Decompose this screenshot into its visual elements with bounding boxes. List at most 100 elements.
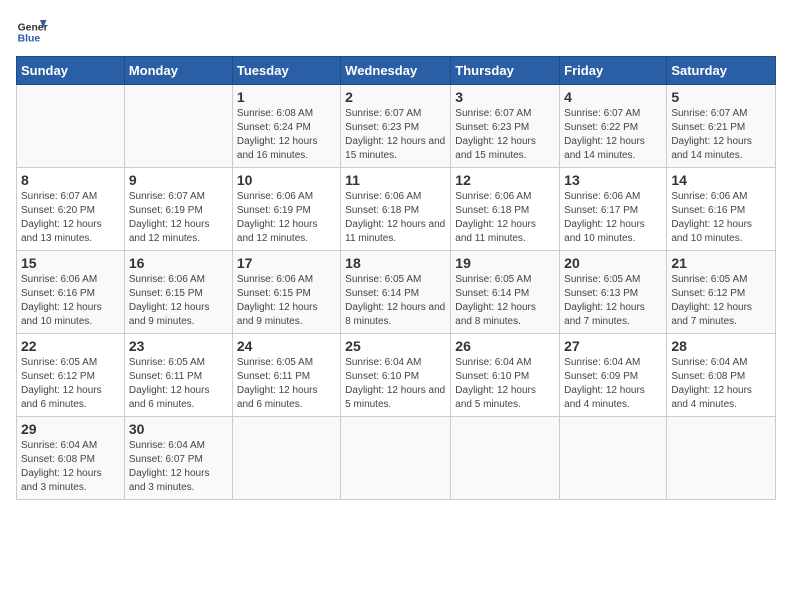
day-cell-8: 8 Sunrise: 6:07 AMSunset: 6:20 PMDayligh… (17, 168, 125, 251)
day-info: Sunrise: 6:06 AMSunset: 6:15 PMDaylight:… (237, 274, 318, 327)
weekday-header-friday: Friday (560, 57, 667, 85)
day-info: Sunrise: 6:04 AMSunset: 6:08 PMDaylight:… (671, 357, 752, 410)
day-number: 20 (564, 255, 662, 271)
day-number: 24 (237, 338, 336, 354)
day-info: Sunrise: 6:06 AMSunset: 6:15 PMDaylight:… (129, 274, 210, 327)
day-cell-21: 21 Sunrise: 6:05 AMSunset: 6:12 PMDaylig… (667, 251, 776, 334)
day-info: Sunrise: 6:06 AMSunset: 6:16 PMDaylight:… (671, 191, 752, 244)
day-cell-28: 28 Sunrise: 6:04 AMSunset: 6:08 PMDaylig… (667, 334, 776, 417)
day-cell-23: 23 Sunrise: 6:05 AMSunset: 6:11 PMDaylig… (124, 334, 232, 417)
day-number: 18 (345, 255, 446, 271)
day-number: 9 (129, 172, 228, 188)
day-info: Sunrise: 6:05 AMSunset: 6:12 PMDaylight:… (21, 357, 102, 410)
day-info: Sunrise: 6:06 AMSunset: 6:19 PMDaylight:… (237, 191, 318, 244)
day-number: 29 (21, 421, 120, 437)
day-number: 2 (345, 89, 446, 105)
calendar-week-1: 1 Sunrise: 6:08 AMSunset: 6:24 PMDayligh… (17, 85, 776, 168)
weekday-header-thursday: Thursday (451, 57, 560, 85)
weekday-header-monday: Monday (124, 57, 232, 85)
day-info: Sunrise: 6:07 AMSunset: 6:20 PMDaylight:… (21, 191, 102, 244)
day-number: 1 (237, 89, 336, 105)
day-cell-4: 4 Sunrise: 6:07 AMSunset: 6:22 PMDayligh… (560, 85, 667, 168)
weekday-header-tuesday: Tuesday (232, 57, 340, 85)
day-info: Sunrise: 6:07 AMSunset: 6:22 PMDaylight:… (564, 108, 645, 161)
day-info: Sunrise: 6:07 AMSunset: 6:21 PMDaylight:… (671, 108, 752, 161)
day-number: 5 (671, 89, 771, 105)
day-number: 4 (564, 89, 662, 105)
day-cell-13: 13 Sunrise: 6:06 AMSunset: 6:17 PMDaylig… (560, 168, 667, 251)
calendar-week-2: 8 Sunrise: 6:07 AMSunset: 6:20 PMDayligh… (17, 168, 776, 251)
day-info: Sunrise: 6:04 AMSunset: 6:07 PMDaylight:… (129, 440, 210, 493)
day-info: Sunrise: 6:04 AMSunset: 6:10 PMDaylight:… (455, 357, 536, 410)
day-info: Sunrise: 6:05 AMSunset: 6:11 PMDaylight:… (237, 357, 318, 410)
calendar-table: SundayMondayTuesdayWednesdayThursdayFrid… (16, 56, 776, 500)
day-cell-9: 9 Sunrise: 6:07 AMSunset: 6:19 PMDayligh… (124, 168, 232, 251)
day-number: 8 (21, 172, 120, 188)
empty-cell (232, 417, 340, 500)
day-cell-19: 19 Sunrise: 6:05 AMSunset: 6:14 PMDaylig… (451, 251, 560, 334)
day-cell-20: 20 Sunrise: 6:05 AMSunset: 6:13 PMDaylig… (560, 251, 667, 334)
empty-cell (667, 417, 776, 500)
day-cell-1: 1 Sunrise: 6:08 AMSunset: 6:24 PMDayligh… (232, 85, 340, 168)
day-number: 17 (237, 255, 336, 271)
weekday-header-saturday: Saturday (667, 57, 776, 85)
day-info: Sunrise: 6:08 AMSunset: 6:24 PMDaylight:… (237, 108, 318, 161)
day-cell-26: 26 Sunrise: 6:04 AMSunset: 6:10 PMDaylig… (451, 334, 560, 417)
day-info: Sunrise: 6:07 AMSunset: 6:23 PMDaylight:… (455, 108, 536, 161)
day-number: 30 (129, 421, 228, 437)
header: General Blue (16, 16, 776, 48)
day-cell-25: 25 Sunrise: 6:04 AMSunset: 6:10 PMDaylig… (341, 334, 451, 417)
day-number: 16 (129, 255, 228, 271)
day-cell-17: 17 Sunrise: 6:06 AMSunset: 6:15 PMDaylig… (232, 251, 340, 334)
day-info: Sunrise: 6:05 AMSunset: 6:12 PMDaylight:… (671, 274, 752, 327)
day-number: 28 (671, 338, 771, 354)
day-cell-30: 30 Sunrise: 6:04 AMSunset: 6:07 PMDaylig… (124, 417, 232, 500)
calendar-week-3: 15 Sunrise: 6:06 AMSunset: 6:16 PMDaylig… (17, 251, 776, 334)
day-info: Sunrise: 6:07 AMSunset: 6:23 PMDaylight:… (345, 108, 445, 161)
day-info: Sunrise: 6:06 AMSunset: 6:17 PMDaylight:… (564, 191, 645, 244)
day-cell-14: 14 Sunrise: 6:06 AMSunset: 6:16 PMDaylig… (667, 168, 776, 251)
day-number: 25 (345, 338, 446, 354)
empty-cell (124, 85, 232, 168)
day-info: Sunrise: 6:07 AMSunset: 6:19 PMDaylight:… (129, 191, 210, 244)
day-cell-15: 15 Sunrise: 6:06 AMSunset: 6:16 PMDaylig… (17, 251, 125, 334)
day-cell-24: 24 Sunrise: 6:05 AMSunset: 6:11 PMDaylig… (232, 334, 340, 417)
weekday-header-wednesday: Wednesday (341, 57, 451, 85)
empty-cell (451, 417, 560, 500)
day-number: 21 (671, 255, 771, 271)
day-cell-16: 16 Sunrise: 6:06 AMSunset: 6:15 PMDaylig… (124, 251, 232, 334)
day-info: Sunrise: 6:04 AMSunset: 6:10 PMDaylight:… (345, 357, 445, 410)
day-info: Sunrise: 6:05 AMSunset: 6:13 PMDaylight:… (564, 274, 645, 327)
day-cell-29: 29 Sunrise: 6:04 AMSunset: 6:08 PMDaylig… (17, 417, 125, 500)
calendar-week-4: 22 Sunrise: 6:05 AMSunset: 6:12 PMDaylig… (17, 334, 776, 417)
day-number: 22 (21, 338, 120, 354)
day-number: 23 (129, 338, 228, 354)
day-number: 11 (345, 172, 446, 188)
day-cell-5: 5 Sunrise: 6:07 AMSunset: 6:21 PMDayligh… (667, 85, 776, 168)
calendar-week-5: 29 Sunrise: 6:04 AMSunset: 6:08 PMDaylig… (17, 417, 776, 500)
day-info: Sunrise: 6:06 AMSunset: 6:18 PMDaylight:… (345, 191, 445, 244)
day-info: Sunrise: 6:06 AMSunset: 6:18 PMDaylight:… (455, 191, 536, 244)
day-info: Sunrise: 6:05 AMSunset: 6:14 PMDaylight:… (455, 274, 536, 327)
empty-cell (560, 417, 667, 500)
day-number: 12 (455, 172, 555, 188)
weekday-header-sunday: Sunday (17, 57, 125, 85)
day-number: 10 (237, 172, 336, 188)
day-cell-2: 2 Sunrise: 6:07 AMSunset: 6:23 PMDayligh… (341, 85, 451, 168)
day-cell-18: 18 Sunrise: 6:05 AMSunset: 6:14 PMDaylig… (341, 251, 451, 334)
day-cell-27: 27 Sunrise: 6:04 AMSunset: 6:09 PMDaylig… (560, 334, 667, 417)
logo: General Blue (16, 16, 48, 48)
day-cell-22: 22 Sunrise: 6:05 AMSunset: 6:12 PMDaylig… (17, 334, 125, 417)
day-number: 13 (564, 172, 662, 188)
day-number: 27 (564, 338, 662, 354)
day-info: Sunrise: 6:04 AMSunset: 6:09 PMDaylight:… (564, 357, 645, 410)
empty-cell (341, 417, 451, 500)
day-info: Sunrise: 6:05 AMSunset: 6:11 PMDaylight:… (129, 357, 210, 410)
day-number: 26 (455, 338, 555, 354)
day-number: 3 (455, 89, 555, 105)
day-number: 19 (455, 255, 555, 271)
empty-cell (17, 85, 125, 168)
day-cell-12: 12 Sunrise: 6:06 AMSunset: 6:18 PMDaylig… (451, 168, 560, 251)
day-cell-11: 11 Sunrise: 6:06 AMSunset: 6:18 PMDaylig… (341, 168, 451, 251)
svg-text:Blue: Blue (18, 34, 41, 45)
